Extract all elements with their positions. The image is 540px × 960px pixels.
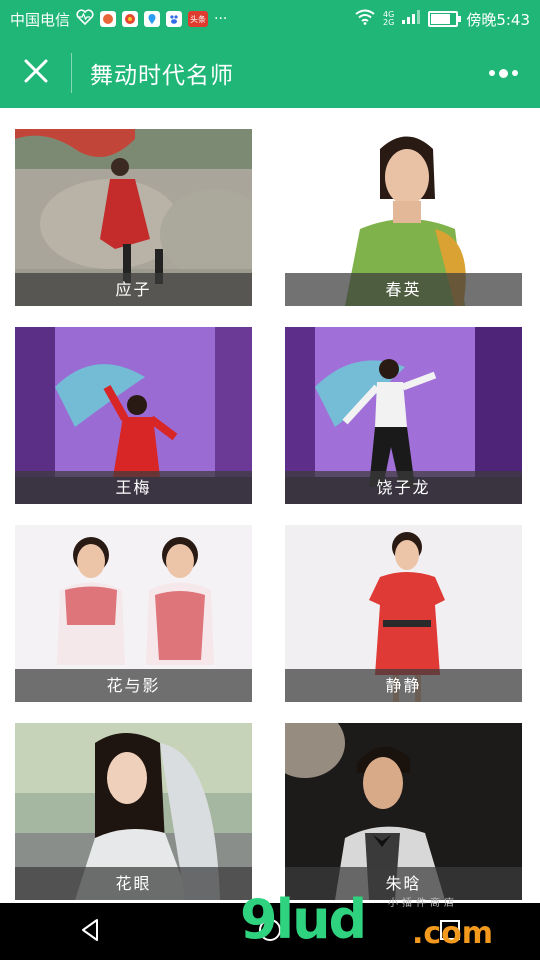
home-button[interactable] (257, 917, 283, 947)
close-button[interactable] (0, 53, 72, 93)
more-options-button[interactable] (489, 68, 518, 78)
recents-button[interactable] (437, 917, 463, 947)
teacher-card[interactable]: 春英 (285, 129, 522, 306)
teacher-card[interactable]: 王梅 (15, 327, 252, 504)
teacher-name: 王梅 (15, 471, 252, 504)
teacher-name: 饶子龙 (285, 471, 522, 504)
more-dot-icon (489, 70, 495, 76)
teacher-card[interactable]: 朱晗 (285, 723, 522, 900)
home-icon (259, 918, 281, 941)
teacher-grid: 应子 春英 王梅 饶子龙 花与影 静静 花眼 朱晗 (0, 108, 540, 903)
more-dot-icon (512, 70, 518, 76)
status-bar: 中国电信 头条 ··· 4G 2G 傍晚5:43 (0, 0, 540, 38)
teacher-card[interactable]: 应子 (15, 129, 252, 306)
maps-icon (144, 11, 161, 27)
teacher-name: 花与影 (15, 669, 252, 702)
toutiao-icon: 头条 (188, 11, 209, 27)
teacher-card[interactable]: 花与影 (15, 525, 252, 702)
signal-icon (402, 10, 421, 28)
recents-icon (440, 919, 460, 940)
clock: 傍晚5:43 (466, 10, 530, 29)
back-icon (82, 918, 98, 941)
teacher-name: 静静 (285, 669, 522, 702)
system-nav-bar (0, 903, 540, 960)
baidu-icon (166, 11, 183, 27)
app-header: 舞动时代名师 (0, 38, 540, 108)
more-notifications: ··· (214, 11, 228, 27)
carrier-label: 中国电信 (10, 10, 71, 29)
weibo-icon (122, 11, 139, 27)
teacher-name: 花眼 (15, 867, 252, 900)
close-icon (23, 58, 49, 88)
wifi-icon (355, 9, 375, 29)
teacher-name: 应子 (15, 273, 252, 306)
battery-icon (428, 11, 462, 27)
back-button[interactable] (77, 917, 103, 947)
heart-rate-icon (76, 9, 94, 29)
network-type: 4G 2G (383, 10, 395, 27)
teacher-card[interactable]: 静静 (285, 525, 522, 702)
teacher-name: 朱晗 (285, 867, 522, 900)
page-title: 舞动时代名师 (90, 63, 234, 89)
teacher-card[interactable]: 花眼 (15, 723, 252, 900)
game-icon (100, 11, 117, 27)
more-dot-icon (499, 68, 508, 78)
teacher-name: 春英 (285, 273, 522, 306)
teacher-card[interactable]: 饶子龙 (285, 327, 522, 504)
